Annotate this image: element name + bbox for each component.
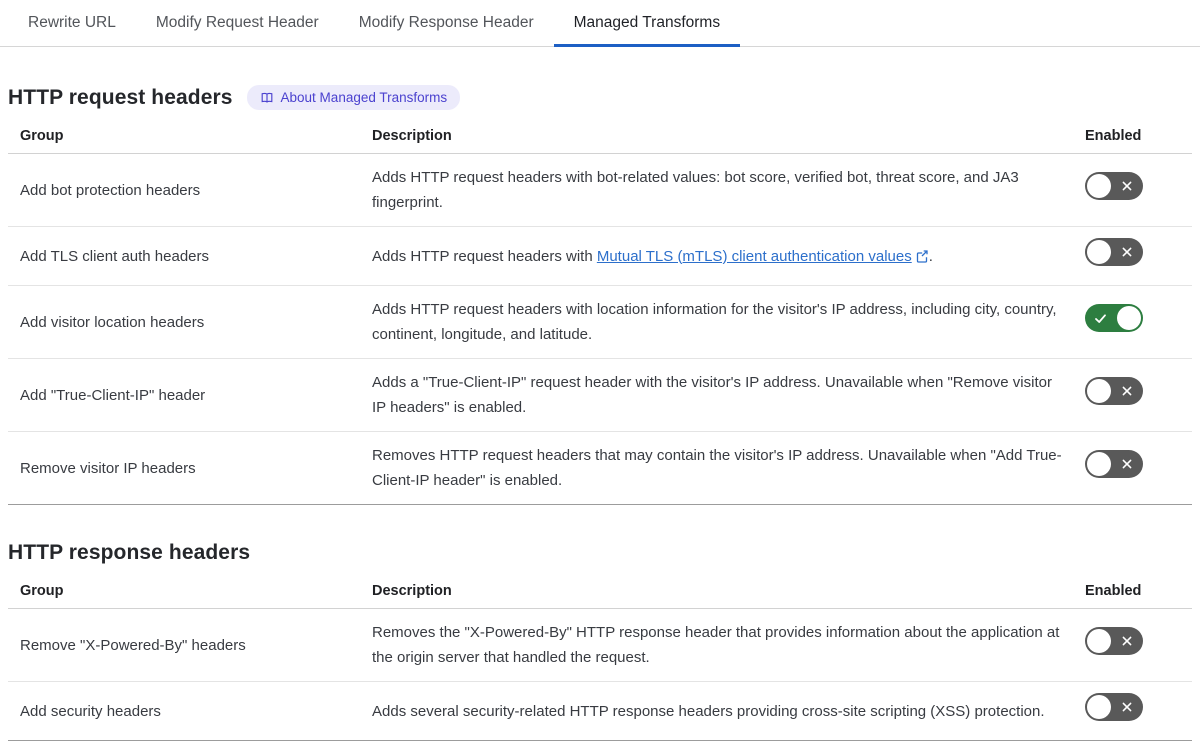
- enabled-toggle[interactable]: [1085, 693, 1143, 721]
- toggle-knob: [1087, 174, 1111, 198]
- group-cell: Add visitor location headers: [8, 285, 360, 359]
- description-cell: Adds HTTP request headers with location …: [360, 285, 1073, 359]
- column-header-enabled: Enabled: [1073, 577, 1192, 609]
- toggle-knob: [1087, 240, 1111, 264]
- response-headers-table: Group Description Enabled Remove "X-Powe…: [8, 577, 1192, 741]
- badge-label: About Managed Transforms: [280, 90, 448, 105]
- description-cell: Adds HTTP request headers with Mutual TL…: [360, 226, 1073, 286]
- http-response-headers-section: HTTP response headers Group Description …: [0, 541, 1200, 741]
- check-icon: [1095, 314, 1106, 323]
- tab-label: Rewrite URL: [28, 14, 116, 31]
- section-head: HTTP request headers About Managed Trans…: [8, 85, 1192, 110]
- description-cell: Adds a "True-Client-IP" request header w…: [360, 358, 1073, 432]
- enabled-cell: [1073, 608, 1192, 682]
- table-row: Remove "X-Powered-By" headers Removes th…: [8, 608, 1192, 682]
- request-headers-table: Group Description Enabled Add bot protec…: [8, 122, 1192, 505]
- x-icon: [1122, 636, 1132, 646]
- book-icon: [260, 91, 274, 105]
- description-cell: Adds HTTP request headers with bot-relat…: [360, 153, 1073, 227]
- section-title: HTTP request headers: [8, 85, 233, 109]
- section-title: HTTP response headers: [8, 541, 251, 564]
- table-header-row: Group Description Enabled: [8, 577, 1192, 609]
- description-cell: Removes HTTP request headers that may co…: [360, 431, 1073, 505]
- enabled-toggle[interactable]: [1085, 304, 1143, 332]
- description-cell: Adds several security-related HTTP respo…: [360, 681, 1073, 741]
- column-header-group: Group: [8, 122, 360, 154]
- tab-label: Modify Request Header: [155, 14, 319, 31]
- x-icon: [1122, 386, 1132, 396]
- x-icon: [1122, 181, 1132, 191]
- table-header-row: Group Description Enabled: [8, 122, 1192, 154]
- table-row: Add TLS client auth headers Adds HTTP re…: [8, 226, 1192, 286]
- enabled-toggle[interactable]: [1085, 238, 1143, 266]
- group-cell: Add "True-Client-IP" header: [8, 358, 360, 432]
- toggle-knob: [1087, 452, 1111, 476]
- enabled-toggle[interactable]: [1085, 377, 1143, 405]
- enabled-cell: [1073, 431, 1192, 505]
- toggle-knob: [1087, 629, 1111, 653]
- tab[interactable]: Rewrite URL: [8, 0, 136, 46]
- tab-label: Modify Response Header: [358, 14, 534, 31]
- tab[interactable]: Managed Transforms: [553, 0, 741, 47]
- toggle-knob: [1087, 695, 1111, 719]
- tab[interactable]: Modify Request Header: [136, 0, 339, 46]
- x-icon: [1122, 702, 1132, 712]
- section-head: HTTP response headers: [8, 541, 1192, 565]
- column-header-description: Description: [360, 577, 1073, 609]
- http-request-headers-section: HTTP request headers About Managed Trans…: [0, 85, 1200, 505]
- tab[interactable]: Modify Response Header: [339, 0, 554, 46]
- x-icon: [1122, 459, 1132, 469]
- toggle-knob: [1087, 379, 1111, 403]
- tabs-bar: Rewrite URL Modify Request Header Modify…: [0, 0, 1200, 47]
- group-cell: Add security headers: [8, 681, 360, 741]
- external-link-icon: [916, 249, 928, 263]
- group-cell: Add bot protection headers: [8, 153, 360, 227]
- group-cell: Add TLS client auth headers: [8, 226, 360, 286]
- table-row: Add bot protection headers Adds HTTP req…: [8, 153, 1192, 227]
- about-managed-transforms-badge[interactable]: About Managed Transforms: [246, 85, 461, 110]
- group-cell: Remove visitor IP headers: [8, 431, 360, 505]
- enabled-toggle[interactable]: [1085, 450, 1143, 478]
- x-icon: [1122, 247, 1132, 257]
- enabled-cell: [1073, 681, 1192, 741]
- tab-label: Managed Transforms: [573, 14, 721, 31]
- table-row: Add security headers Adds several securi…: [8, 681, 1192, 741]
- enabled-cell: [1073, 153, 1192, 227]
- mtls-values-link[interactable]: Mutual TLS (mTLS) client authentication …: [597, 248, 912, 265]
- enabled-toggle[interactable]: [1085, 172, 1143, 200]
- enabled-cell: [1073, 358, 1192, 432]
- column-header-description: Description: [360, 122, 1073, 154]
- table-row: Add "True-Client-IP" header Adds a "True…: [8, 358, 1192, 432]
- table-row: Remove visitor IP headers Removes HTTP r…: [8, 431, 1192, 505]
- enabled-toggle[interactable]: [1085, 627, 1143, 655]
- enabled-cell: [1073, 226, 1192, 286]
- column-header-group: Group: [8, 577, 360, 609]
- toggle-knob: [1117, 306, 1141, 330]
- description-cell: Removes the "X-Powered-By" HTTP response…: [360, 608, 1073, 682]
- column-header-enabled: Enabled: [1073, 122, 1192, 154]
- table-row: Add visitor location headers Adds HTTP r…: [8, 285, 1192, 359]
- group-cell: Remove "X-Powered-By" headers: [8, 608, 360, 682]
- enabled-cell: [1073, 285, 1192, 359]
